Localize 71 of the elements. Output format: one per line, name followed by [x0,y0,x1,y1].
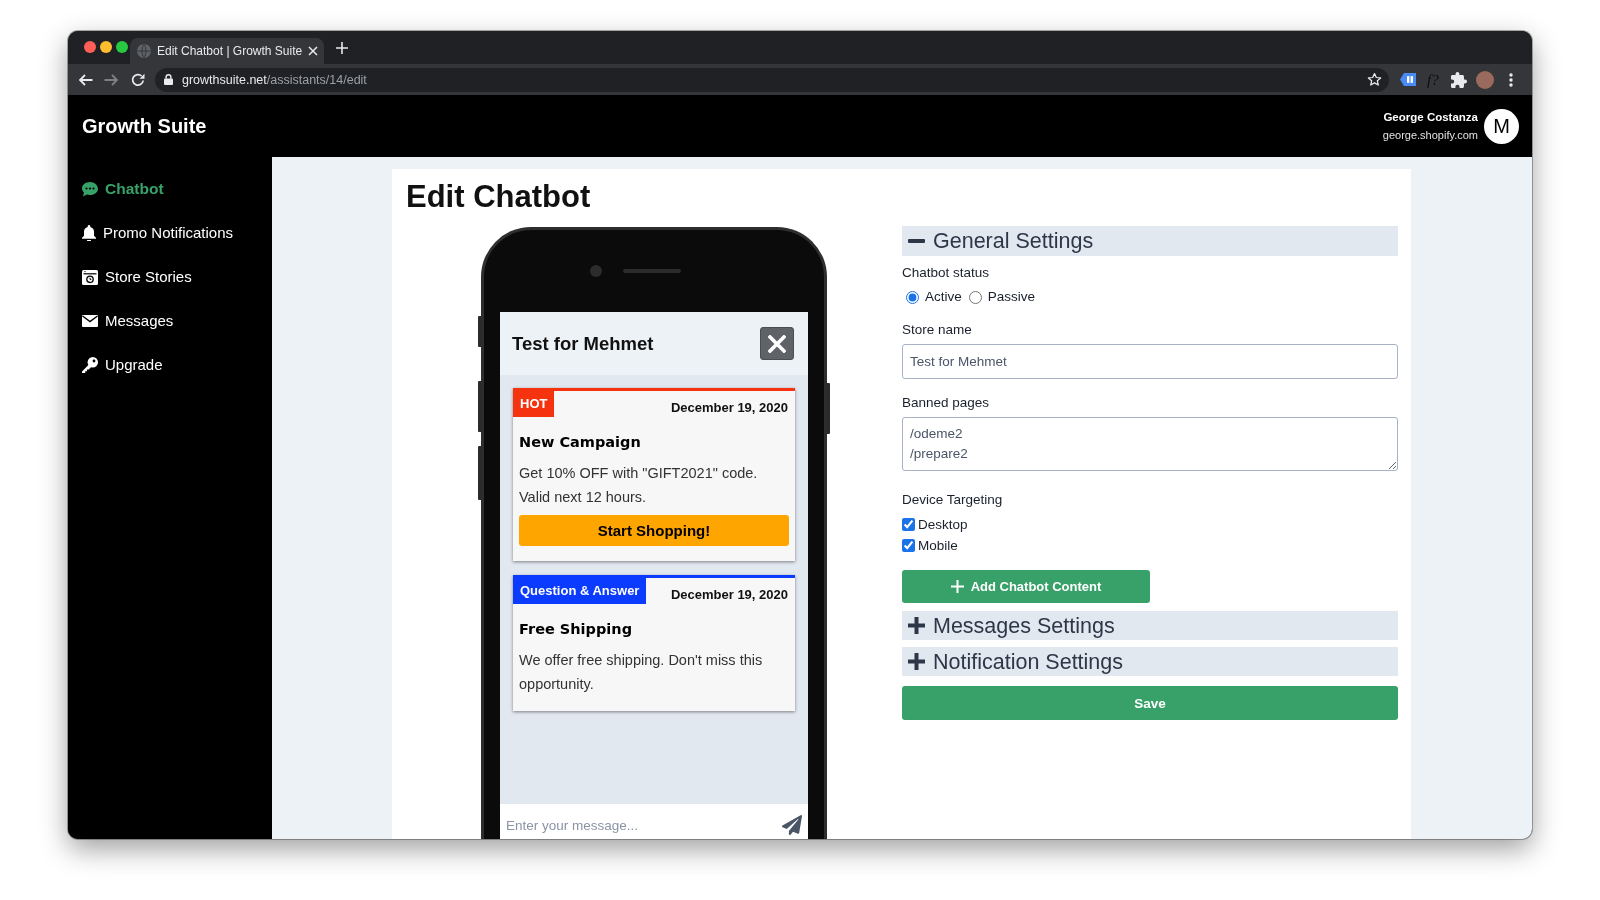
speaker-slot-icon [623,269,681,273]
browser-tab[interactable]: Edit Chatbot | Growth Suite [130,38,324,64]
accordion-header[interactable]: Notification Settings [902,647,1398,676]
store-name-field[interactable]: Test for Mehmet [902,344,1398,379]
close-icon [768,334,786,353]
card-title: New Campaign [519,433,642,452]
url-text: growthsuite.net/assistants/14/edit [182,72,368,87]
call-to-action-button[interactable]: Start Shopping! [519,515,789,546]
field-label: Device Targeting [902,491,1003,509]
card-text: Get 10% OFF with "GIFT2021" code. Valid next 12 hours. [519,464,759,507]
field-label: Chatbot status [902,264,990,282]
user-avatar[interactable]: M [1484,108,1519,144]
front-camera-icon [590,265,602,277]
page-title: Edit Chatbot [406,179,591,215]
bell-icon [82,225,96,241]
user-email: george.shopify.com [1382,128,1478,143]
plus-icon [908,653,925,670]
user-name: George Costanza [1383,110,1478,125]
message-input[interactable]: Enter your message... [500,804,776,839]
menu-icon[interactable] [1508,72,1513,87]
card-tag: HOT [513,391,555,417]
checkbox[interactable] [902,518,915,531]
sidebar-item[interactable]: Chatbot [82,179,164,199]
bookmark-star-icon[interactable] [1367,72,1382,87]
accordion-header[interactable]: General Settings [902,226,1398,256]
send-icon [782,815,802,835]
chat-title: Test for Mehmet [512,331,654,356]
globe-icon [137,44,151,58]
tab-title: Edit Chatbot | Growth Suite [157,44,303,58]
reload-icon[interactable] [131,72,145,87]
sidebar-item[interactable]: Upgrade [82,355,163,375]
window-maximize-icon[interactable] [116,41,128,53]
new-tab-icon[interactable] [336,41,348,54]
card-text: We offer free shipping. Don't miss this opportunity. [519,651,764,694]
field-label: Store name [902,321,972,339]
radio-label: Active [925,288,962,306]
key-icon [82,357,98,373]
banned-pages-field[interactable]: /odeme2 /prepare2 [902,417,1398,471]
radio-button[interactable] [906,290,919,304]
close-icon[interactable] [308,46,319,56]
sidebar-item[interactable]: Store Stories [82,267,192,287]
minus-icon [908,239,925,243]
radio-label: Passive [987,288,1036,306]
accordion-header[interactable]: Messages Settings [902,611,1398,640]
card-date: December 19, 2020 [670,586,789,604]
envelope-icon [82,315,98,327]
field-label: Banned pages [902,394,990,412]
card-date: December 19, 2020 [670,399,789,417]
checkbox-label: Desktop [918,515,968,534]
radio-button[interactable] [968,290,982,304]
profile-avatar-icon[interactable] [1475,70,1494,89]
address-bar[interactable]: growthsuite.net/assistants/14/edit [155,67,1389,92]
close-button[interactable] [760,327,794,360]
window-close-icon[interactable] [84,41,96,53]
extension-icon[interactable] [1400,73,1416,86]
sidebar-item[interactable]: Promo Notifications [82,223,234,243]
lock-icon [164,74,173,85]
card-tag: Question & Answer [513,578,647,604]
sidebar-item[interactable]: Messages [82,311,174,331]
puzzle-icon[interactable] [1450,71,1467,88]
checkbox[interactable] [902,539,915,552]
plus-icon [908,617,925,634]
window-minimize-icon[interactable] [100,41,112,53]
back-arrow-icon[interactable] [78,73,93,86]
checkbox-label: Mobile [918,536,958,555]
card-title: Free Shipping [519,620,633,639]
app-logo-text: Growth Suite [82,114,207,138]
plus-icon [950,580,964,593]
camera-box-icon [82,269,98,285]
speech-bubble-icon [82,181,98,197]
send-button[interactable] [776,804,808,839]
